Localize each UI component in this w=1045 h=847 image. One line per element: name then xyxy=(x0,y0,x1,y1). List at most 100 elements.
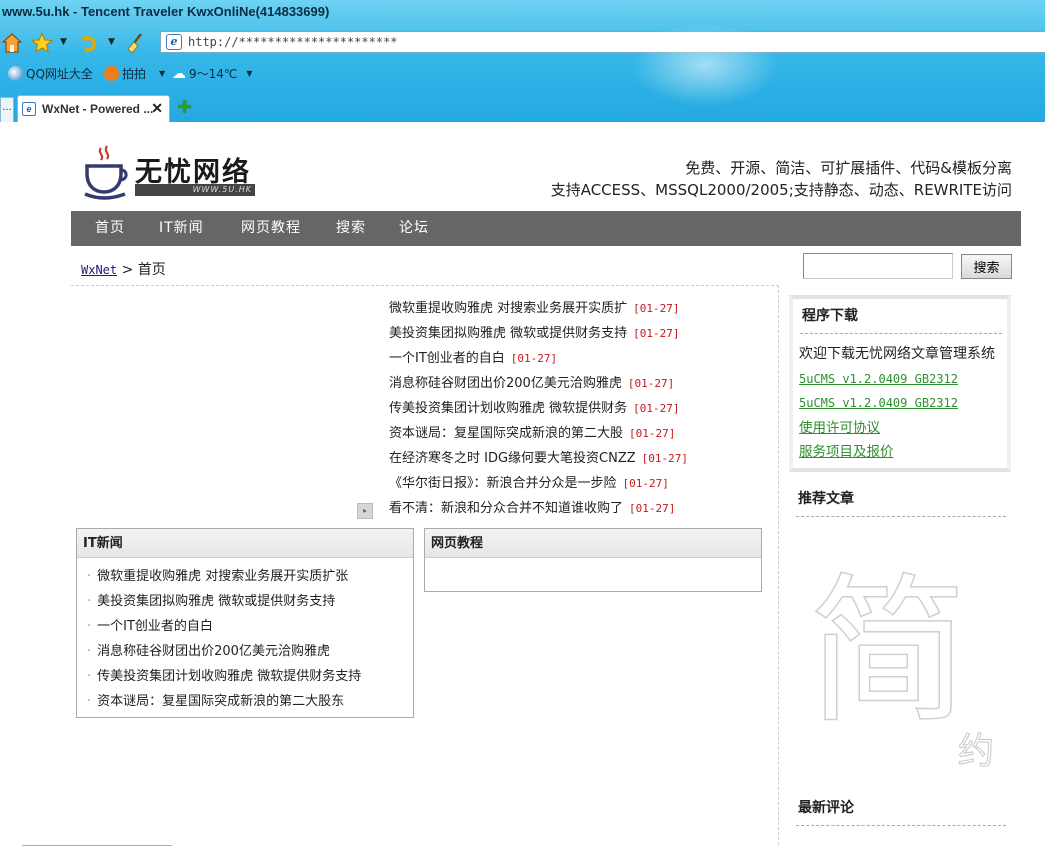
headline-title[interactable]: 在经济寒冬之时 IDG缘何要大笔投资CNZZ xyxy=(389,451,636,466)
watermark-jian: 简 xyxy=(807,558,969,745)
slogan-line-2: 支持ACCESS、MSSQL2000/2005;支持静态、动态、REWRITE访… xyxy=(550,181,1012,199)
headline-title[interactable]: 传美投资集团计划收购雅虎 微软提供财务 xyxy=(389,401,627,416)
headline-title[interactable]: 《华尔街日报》：新浪合并分众是一步险 xyxy=(389,476,617,491)
headline-item[interactable]: 微软重提收购雅虎 对搜索业务展开实质扩 [01-27] xyxy=(389,296,688,321)
list-item[interactable]: 美投资集团拟购雅虎 微软或提供财务支持 xyxy=(87,589,413,614)
link-qq-nav[interactable]: QQ网址大全 xyxy=(8,65,93,82)
headline-item[interactable]: 在经济寒冬之时 IDG缘何要大笔投资CNZZ [01-27] xyxy=(389,446,688,471)
favorites-star-icon[interactable] xyxy=(30,31,54,55)
tab-active[interactable]: e WxNet - Powered ... ✕ xyxy=(17,95,170,122)
slogan-line-1: 免费、开源、简洁、可扩展插件、代码&模板分离 xyxy=(685,159,1012,177)
it-news-box: IT新闻 微软重提收购雅虎 对搜索业务展开实质扩张 美投资集团拟购雅虎 微软或提… xyxy=(76,528,414,718)
content-divider xyxy=(71,285,779,286)
nav-tutorials[interactable]: 网页教程 xyxy=(241,211,301,246)
sidebar-divider xyxy=(778,285,779,847)
link-paipai[interactable]: 拍拍 ▼ xyxy=(104,65,165,82)
list-item[interactable]: 一个IT创业者的自白 xyxy=(87,614,413,639)
search-button[interactable]: 搜索 xyxy=(961,254,1012,279)
link-label: 9～14℃ xyxy=(189,67,238,81)
headline-item[interactable]: 一个IT创业者的自白 [01-27] xyxy=(389,346,688,371)
coffee-cup-icon xyxy=(84,145,128,200)
download-link-2[interactable]: 5uCMS v1.2.0409 GB2312 xyxy=(799,391,1007,416)
list-item[interactable]: 消息称硅谷财团出价200亿美元洽购雅虎 xyxy=(87,639,413,664)
tutorials-box: 网页教程 xyxy=(424,528,762,592)
headline-title[interactable]: 看不清：新浪和分众合并不知道谁收购了 xyxy=(389,501,623,516)
paipai-icon xyxy=(104,66,119,81)
browser-toolbar: ▼ ▼ e xyxy=(0,28,1045,58)
favorites-dropdown-icon[interactable]: ▼ xyxy=(60,37,67,47)
nav-search[interactable]: 搜索 xyxy=(336,211,366,246)
license-link[interactable]: 使用许可协议 xyxy=(799,416,1007,441)
list-item[interactable]: 传美投资集团计划收购雅虎 微软提供财务支持 xyxy=(87,664,413,689)
headline-title[interactable]: 微软重提收购雅虎 对搜索业务展开实质扩 xyxy=(389,301,627,316)
headline-date: [01-27] xyxy=(622,477,669,490)
logo-domain: WWW.5U.HK xyxy=(135,184,255,196)
home-icon[interactable] xyxy=(0,31,24,55)
link-weather[interactable]: ☁ 9～14℃ ▼ xyxy=(172,65,253,82)
downloads-title: 程序下载 xyxy=(802,308,858,324)
headline-date: [01-27] xyxy=(627,377,675,390)
site-slogan: 免费、开源、简洁、可扩展插件、代码&模板分离 支持ACCESS、MSSQL200… xyxy=(551,157,1012,201)
watermark-yue: 约 xyxy=(957,731,995,773)
search-input[interactable] xyxy=(803,253,953,279)
headline-title[interactable]: 消息称硅谷财团出价200亿美元洽购雅虎 xyxy=(389,376,622,391)
chevron-down-icon[interactable]: ▼ xyxy=(159,69,165,78)
address-bar[interactable]: e xyxy=(160,31,1045,53)
headline-item[interactable]: 传美投资集团计划收购雅虎 微软提供财务 [01-27] xyxy=(389,396,688,421)
link-label: 拍拍 xyxy=(122,67,147,81)
headline-date: [01-27] xyxy=(633,302,680,315)
page-favicon-icon: e xyxy=(22,102,36,116)
tab-strip: ... e WxNet - Powered ... ✕ ✚ xyxy=(0,94,1045,122)
headline-item[interactable]: 消息称硅谷财团出价200亿美元洽购雅虎 [01-27] xyxy=(389,371,688,396)
slideshow-button[interactable]: ▸ xyxy=(357,503,373,519)
divider xyxy=(796,825,1006,826)
list-item[interactable]: 资本谜局：复星国际突成新浪的第二大股东 xyxy=(87,689,413,714)
link-label: QQ网址大全 xyxy=(26,67,93,81)
web-page: 无忧网络 WWW.5U.HK 免费、开源、简洁、可扩展插件、代码&模板分离 支持… xyxy=(0,122,1045,847)
browser-chrome: www.5u.hk - Tencent Traveler KwxOnliNe(4… xyxy=(0,0,1045,122)
headline-date: [01-27] xyxy=(641,452,689,465)
breadcrumb: WxNet > 首页 xyxy=(81,259,166,279)
breadcrumb-home-link[interactable]: WxNet xyxy=(81,263,117,277)
latest-comments-panel: 最新评论 xyxy=(789,791,1011,826)
headline-item[interactable]: 资本谜局：复星国际突成新浪的第二大股 [01-27] xyxy=(389,421,688,446)
links-bar: QQ网址大全 拍拍 ▼ ☁ 9～14℃ ▼ xyxy=(0,62,1045,86)
downloads-intro: 欢迎下载无忧网络文章管理系统 xyxy=(799,346,995,362)
qq-search-icon xyxy=(8,66,23,81)
download-link-1[interactable]: 5uCMS v1.2.0409 GB2312 xyxy=(799,367,1007,392)
undo-restore-icon[interactable] xyxy=(78,31,102,55)
clean-broom-icon[interactable] xyxy=(124,31,148,55)
nav-forum[interactable]: 论坛 xyxy=(399,211,429,246)
services-pricing-link[interactable]: 服务项目及报价 xyxy=(799,440,1007,465)
nav-home[interactable]: 首页 xyxy=(95,211,125,246)
chevron-down-icon[interactable]: ▼ xyxy=(246,69,252,78)
headline-item[interactable]: 美投资集团拟购雅虎 微软或提供财务支持 [01-27] xyxy=(389,321,688,346)
headline-item[interactable]: 看不清：新浪和分众合并不知道谁收购了 [01-27] xyxy=(389,496,688,521)
weather-icon: ☁ xyxy=(172,65,186,82)
headline-date: [01-27] xyxy=(510,352,558,365)
downloads-panel: 程序下载 欢迎下载无忧网络文章管理系统 5uCMS v1.2.0409 GB23… xyxy=(789,295,1011,472)
tutorials-title[interactable]: 网页教程 xyxy=(425,529,761,558)
it-news-list: 微软重提收购雅虎 对搜索业务展开实质扩张 美投资集团拟购雅虎 微软或提供财务支持… xyxy=(77,558,413,714)
headline-title[interactable]: 一个IT创业者的自白 xyxy=(389,351,505,366)
headline-title[interactable]: 资本谜局：复星国际突成新浪的第二大股 xyxy=(389,426,623,441)
tab-previous[interactable]: ... xyxy=(0,97,14,122)
address-input[interactable] xyxy=(188,35,888,49)
divider xyxy=(796,516,1006,517)
headline-date: [01-27] xyxy=(633,402,680,415)
it-news-title[interactable]: IT新闻 xyxy=(77,529,413,558)
restore-dropdown-icon[interactable]: ▼ xyxy=(108,37,115,47)
new-tab-icon[interactable]: ✚ xyxy=(177,97,192,118)
site-logo[interactable]: 无忧网络 WWW.5U.HK xyxy=(83,144,263,200)
close-icon[interactable]: ✕ xyxy=(151,100,163,117)
main-nav: 首页 IT新闻 网页教程 搜索 论坛 xyxy=(71,211,1021,246)
headline-title[interactable]: 美投资集团拟购雅虎 微软或提供财务支持 xyxy=(389,326,627,341)
window-title: www.5u.hk - Tencent Traveler KwxOnliNe(4… xyxy=(2,4,330,19)
nav-it-news[interactable]: IT新闻 xyxy=(159,211,204,246)
headline-item[interactable]: 《华尔街日报》：新浪合并分众是一步险 [01-27] xyxy=(389,471,688,496)
recommended-panel: 推荐文章 xyxy=(789,482,1011,517)
headline-date: [01-27] xyxy=(629,502,676,515)
latest-comments-title: 最新评论 xyxy=(798,800,854,816)
list-item[interactable]: 微软重提收购雅虎 对搜索业务展开实质扩张 xyxy=(87,564,413,589)
breadcrumb-current: 首页 xyxy=(137,262,166,278)
